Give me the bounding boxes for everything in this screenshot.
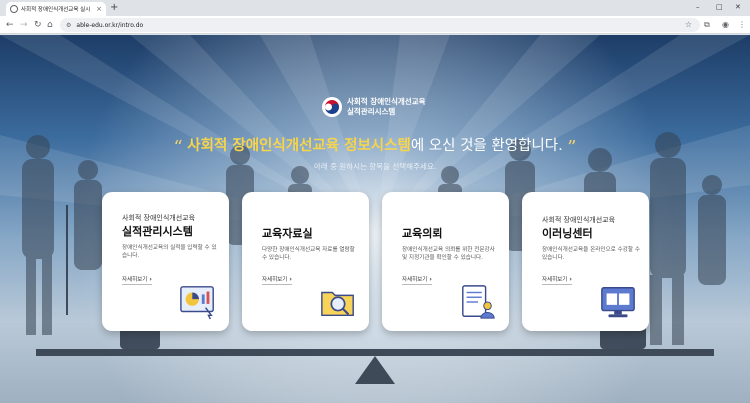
site-logo[interactable]: 사회적 장애인식개선교육 실적관리시스템	[322, 97, 426, 117]
more-label: 자세히보기	[402, 277, 428, 283]
chevron-right-icon: ›	[149, 275, 152, 283]
minimize-button[interactable]: –	[696, 2, 700, 12]
menu-icon[interactable]: ⋮	[738, 20, 746, 30]
url-text: able-edu.or.kr/intro.do	[76, 21, 144, 29]
open-quote: “	[173, 137, 183, 158]
extensions-icon[interactable]: ⧉	[704, 20, 710, 30]
bookmark-star-icon[interactable]: ☆	[685, 20, 692, 29]
chevron-right-icon: ›	[289, 275, 292, 283]
card-title: 이러닝센터	[542, 227, 593, 240]
profile-icon[interactable]: ◉	[722, 20, 729, 30]
browser-tab[interactable]: 사회적 장애인식개선교육 실시 ×	[6, 2, 106, 16]
chevron-right-icon: ›	[429, 275, 432, 283]
card-education-request[interactable]: 교육의뢰 장애인식개선교육 의뢰를 위한 전문강사 및 지정기관을 확인할 수 …	[382, 192, 509, 331]
maximize-button[interactable]: □	[716, 2, 723, 12]
more-label: 자세히보기	[542, 277, 568, 283]
site-info-icon[interactable]: ⚙	[66, 22, 71, 29]
card-description: 장애인식개선교육 의뢰를 위한 전문강사 및 지정기관을 확인할 수 있습니다.	[402, 247, 495, 261]
taegeuk-emblem-icon	[322, 97, 342, 117]
more-link[interactable]: 자세히보기 ›	[262, 275, 292, 285]
card-description: 장애인식개선교육을 온라인으로 수강할 수 있습니다.	[542, 247, 640, 261]
card-resource-room[interactable]: 교육자료실 다양한 장애인식개선교육 자료를 열람할 수 있습니다. 자세히보기…	[242, 192, 369, 331]
seesaw-plank	[36, 349, 714, 356]
close-quote: ”	[567, 137, 577, 158]
chevron-right-icon: ›	[569, 275, 572, 283]
welcome-highlight: 사회적 장애인식개선교육 정보시스템	[187, 138, 411, 154]
back-icon[interactable]: ←	[6, 19, 14, 31]
home-icon[interactable]: ⌂	[47, 19, 53, 31]
main-page: 사회적 장애인식개선교육 실적관리시스템 “ 사회적 장애인식개선교육 정보시스…	[0, 35, 750, 403]
card-title: 교육의뢰	[402, 227, 443, 240]
folder-magnifier-icon	[321, 291, 354, 317]
forward-icon[interactable]: →	[20, 19, 28, 31]
welcome-subtitle: 아래 중 원하시는 항목을 선택해주세요.	[313, 162, 437, 171]
document-person-icon	[462, 285, 495, 319]
more-link[interactable]: 자세히보기 ›	[122, 275, 152, 285]
seesaw-pivot	[355, 356, 395, 384]
card-subtitle: 사회적 장애인식개선교육	[122, 214, 196, 222]
card-description: 다양한 장애인식개선교육 자료를 열람할 수 있습니다.	[262, 247, 355, 261]
close-window-button[interactable]: ✕	[735, 2, 741, 12]
more-link[interactable]: 자세히보기 ›	[402, 275, 432, 285]
card-title: 실적관리시스템	[122, 225, 193, 238]
card-title: 교육자료실	[262, 227, 313, 240]
card-subtitle: 사회적 장애인식개선교육	[542, 216, 616, 224]
browser-toolbar: ← → ↻ ⌂ ⚙ able-edu.or.kr/intro.do ☆ ⧉ ◉ …	[0, 16, 750, 34]
address-bar[interactable]: ⚙ able-edu.or.kr/intro.do ☆	[60, 18, 700, 32]
card-elearning-center[interactable]: 사회적 장애인식개선교육 이러닝센터 장애인식개선교육을 온라인으로 수강할 수…	[522, 192, 649, 331]
welcome-rest: 에 오신 것을 환영합니다.	[410, 138, 563, 154]
browser-tab-strip: 사회적 장애인식개선교육 실시 × + – □ ✕	[0, 0, 750, 16]
more-link[interactable]: 자세히보기 ›	[542, 275, 572, 285]
card-description: 장애인식개선교육의 실적을 입력할 수 있습니다.	[122, 245, 217, 259]
pie-chart-monitor-icon	[180, 286, 214, 320]
logo-text-line1: 사회적 장애인식개선교육	[347, 97, 426, 106]
logo-text-line2: 실적관리시스템	[347, 107, 396, 116]
reload-icon[interactable]: ↻	[34, 19, 42, 31]
globe-icon	[10, 5, 18, 13]
new-tab-button[interactable]: +	[110, 2, 118, 14]
tab-close-icon[interactable]: ×	[96, 5, 102, 13]
monitor-book-icon	[601, 287, 635, 318]
more-label: 자세히보기	[262, 277, 288, 283]
tab-title: 사회적 장애인식개선교육 실시	[21, 7, 91, 13]
card-performance-system[interactable]: 사회적 장애인식개선교육 실적관리시스템 장애인식개선교육의 실적을 입력할 수…	[102, 192, 229, 331]
more-label: 자세히보기	[122, 277, 148, 283]
welcome-heading: “ 사회적 장애인식개선교육 정보시스템에 오신 것을 환영합니다. ”	[0, 134, 750, 158]
